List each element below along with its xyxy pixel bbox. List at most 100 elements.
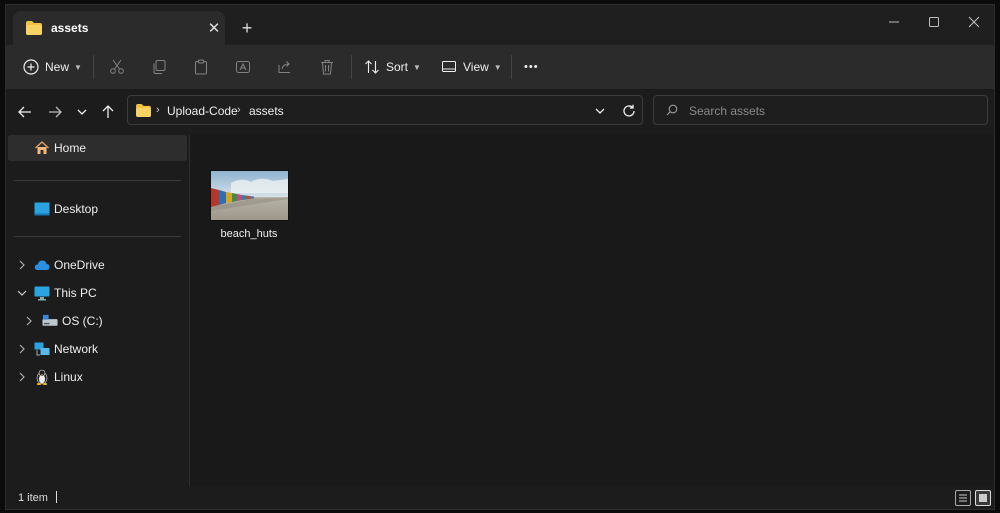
close-tab-icon[interactable]: ✕: [203, 17, 225, 39]
sort-button[interactable]: Sort ▼: [364, 53, 421, 81]
details-view-button[interactable]: [955, 490, 971, 506]
expand-network-icon[interactable]: [15, 336, 29, 362]
new-label: New: [45, 60, 70, 74]
details-view-icon: [959, 494, 967, 502]
sidebar-item-network[interactable]: Network: [34, 336, 98, 362]
computer-icon: [34, 285, 50, 301]
breadcrumb-separator: ›: [156, 104, 160, 116]
view-button[interactable]: View ▼: [441, 53, 502, 81]
breadcrumb-assets[interactable]: assets: [249, 104, 284, 118]
copy-button[interactable]: [151, 53, 167, 81]
thumbnails-view-icon: [979, 494, 987, 502]
toolbar-divider: [93, 55, 94, 79]
tab-title: assets: [51, 21, 89, 35]
cloud-icon: [34, 257, 50, 273]
file-explorer-window: assets ✕ + New ▼ Sort ▼ View ▼ ••• › Upl…: [5, 4, 995, 510]
expand-linux-icon[interactable]: [15, 364, 29, 390]
delete-icon: [321, 60, 333, 75]
chevron-down-icon: ▼: [413, 62, 421, 72]
navigation-bar: › Upload-Code › assets: [6, 90, 994, 134]
navigation-pane: Home Desktop OneDrive This PC OS (C:) Ne…: [6, 134, 190, 486]
tab-assets[interactable]: assets ✕: [13, 11, 225, 45]
search-input[interactable]: [687, 101, 981, 121]
desktop-icon: [34, 201, 50, 217]
paste-button[interactable]: [193, 53, 209, 81]
close-window-button[interactable]: [954, 9, 994, 35]
arrow-up-icon: [102, 105, 114, 118]
search-icon: [666, 104, 678, 119]
command-bar: New ▼ Sort ▼ View ▼ •••: [6, 45, 994, 90]
arrow-left-icon: [18, 106, 31, 118]
forward-button[interactable]: [43, 100, 67, 124]
file-list-pane: beach_huts: [190, 134, 994, 486]
rename-icon: [236, 61, 250, 73]
sidebar-item-linux[interactable]: Linux: [34, 364, 83, 390]
network-icon: [34, 341, 50, 357]
maximize-button[interactable]: [914, 9, 954, 35]
search-box[interactable]: [653, 95, 988, 125]
plus-circle-icon: [23, 59, 39, 75]
minimize-button[interactable]: [874, 9, 914, 35]
sidebar-item-label: Desktop: [54, 202, 99, 216]
up-button[interactable]: [96, 100, 120, 124]
sidebar-item-label: OneDrive: [54, 258, 105, 272]
chevron-down-icon: [595, 108, 605, 114]
sidebar-item-desktop[interactable]: Desktop: [34, 196, 98, 222]
chevron-down-icon: ▼: [74, 62, 82, 72]
file-name: beach_huts: [220, 228, 278, 240]
title-bar: assets ✕ +: [6, 5, 994, 45]
refresh-icon: [623, 104, 635, 117]
toolbar-divider: [511, 55, 512, 79]
image-thumbnail: [209, 170, 289, 221]
sidebar-item-label: Linux: [54, 370, 83, 384]
item-count: 1 item: [18, 492, 48, 504]
address-history-button[interactable]: [591, 102, 609, 120]
arrow-right-icon: [49, 106, 62, 118]
delete-button[interactable]: [319, 53, 335, 81]
sidebar-item-this-pc[interactable]: This PC: [34, 280, 97, 306]
file-item[interactable]: beach_huts: [208, 170, 290, 240]
breadcrumb-upload-code[interactable]: Upload-Code: [167, 104, 238, 118]
chevron-down-icon: [77, 109, 87, 115]
thumbnails-view-button[interactable]: [975, 490, 991, 506]
refresh-button[interactable]: [620, 102, 638, 120]
cut-button[interactable]: [109, 53, 125, 81]
chevron-down-icon: ▼: [493, 62, 502, 72]
new-tab-button[interactable]: +: [236, 17, 258, 39]
maximize-icon: [929, 17, 939, 27]
collapse-this-pc-icon[interactable]: [15, 280, 29, 306]
copy-icon: [153, 60, 166, 74]
sort-icon: [365, 60, 379, 74]
address-bar[interactable]: › Upload-Code › assets: [127, 95, 643, 125]
breadcrumb-separator: ›: [237, 104, 241, 116]
new-button[interactable]: New ▼: [23, 53, 82, 81]
sidebar-item-home[interactable]: Home: [8, 135, 187, 161]
back-button[interactable]: [13, 100, 37, 124]
sidebar-item-label: This PC: [54, 286, 97, 300]
cut-icon: [110, 59, 124, 74]
recent-locations-button[interactable]: [70, 100, 94, 124]
minimize-icon: [889, 21, 899, 23]
toolbar-divider: [351, 55, 352, 79]
close-icon: [968, 16, 980, 28]
folder-icon: [136, 104, 151, 120]
share-button[interactable]: [277, 53, 293, 81]
drive-icon: [42, 313, 58, 329]
sidebar-divider: [14, 236, 181, 237]
sidebar-item-os-c[interactable]: OS (C:): [42, 308, 103, 334]
expand-os-c-icon[interactable]: [22, 308, 36, 334]
sidebar-item-onedrive[interactable]: OneDrive: [34, 252, 105, 278]
status-bar: 1 item: [6, 486, 994, 509]
sidebar-item-label: Home: [54, 141, 87, 155]
rename-button[interactable]: [235, 53, 251, 81]
expand-onedrive-icon[interactable]: [15, 252, 29, 278]
view-icon: [442, 61, 456, 72]
paste-icon: [195, 59, 207, 75]
view-label: View: [463, 60, 489, 74]
sort-label: Sort: [386, 60, 409, 74]
share-icon: [278, 61, 290, 73]
sidebar-item-label: Network: [54, 342, 99, 356]
folder-icon: [26, 21, 42, 38]
sidebar-item-label: OS (C:): [62, 314, 103, 328]
more-options-button[interactable]: •••: [524, 53, 539, 81]
